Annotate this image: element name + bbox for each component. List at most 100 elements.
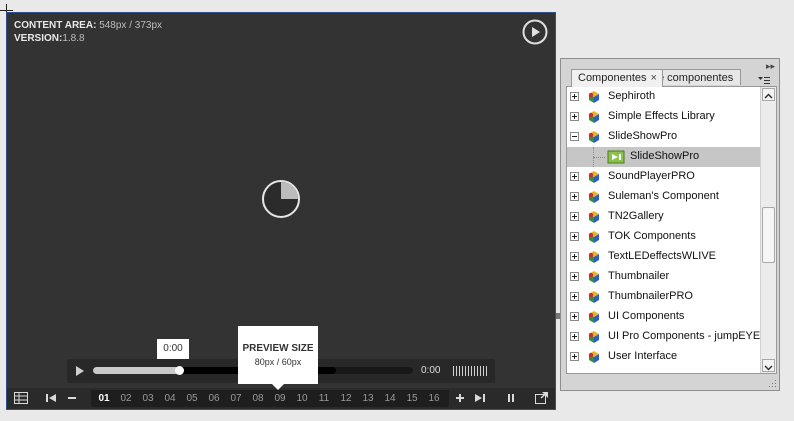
expand-icon[interactable] (570, 92, 579, 101)
page-number-15[interactable]: 15 (401, 393, 423, 404)
tree-item-label: User Interface (608, 350, 678, 362)
collapse-icon[interactable] (570, 132, 579, 141)
page-number-07[interactable]: 07 (225, 393, 247, 404)
tree-item-label: UI Components (608, 310, 685, 322)
play-icon[interactable] (76, 366, 84, 376)
page-number-16[interactable]: 16 (423, 393, 445, 404)
scroll-down-button[interactable] (762, 359, 775, 372)
components-panel: ▸▸ e componentes Componentes × Sephiroth S… (560, 58, 780, 391)
version-value: 1.8.8 (62, 33, 85, 44)
expand-icon[interactable] (570, 232, 579, 241)
expand-icon[interactable] (570, 192, 579, 201)
expand-icon[interactable] (570, 252, 579, 261)
page-number-08[interactable]: 08 (247, 393, 269, 404)
page-number-03[interactable]: 03 (137, 393, 159, 404)
page-number-12[interactable]: 12 (335, 393, 357, 404)
page-number-10[interactable]: 10 (291, 393, 313, 404)
component-folder-icon (586, 229, 602, 245)
loading-icon (262, 180, 300, 218)
close-tab-icon[interactable]: × (651, 72, 657, 84)
expand-icon[interactable] (570, 292, 579, 301)
page-number-04[interactable]: 04 (159, 393, 181, 404)
content-area-label: CONTENT AREA: (14, 20, 97, 31)
page-number-02[interactable]: 02 (115, 393, 137, 404)
tree-item[interactable]: Simple Effects Library (567, 107, 760, 127)
tree-item[interactable]: UI Components (567, 307, 760, 327)
tab-other[interactable]: e componentes (653, 69, 741, 85)
panel-menu-icon[interactable] (758, 76, 770, 86)
tree-item-label: Suleman's Component (608, 190, 719, 202)
page-number-05[interactable]: 05 (181, 393, 203, 404)
tree-item[interactable]: User Interface (567, 347, 760, 367)
time-display: 0:00 (421, 365, 441, 376)
component-folder-icon (586, 189, 602, 205)
component-folder-icon (586, 329, 602, 345)
expand-icon[interactable] (570, 272, 579, 281)
tree-item[interactable]: Sephiroth (567, 87, 760, 107)
page-number-01[interactable]: 01 (93, 393, 115, 404)
component-folder-icon (586, 89, 602, 105)
page-number-14[interactable]: 14 (379, 393, 401, 404)
page-number-11[interactable]: 11 (313, 393, 335, 404)
tab-componentes[interactable]: Componentes × (571, 69, 663, 87)
gallery-grid-icon[interactable] (14, 392, 28, 404)
component-folder-icon (586, 249, 602, 265)
tree-item[interactable]: ThumbnailerPRO (567, 287, 760, 307)
expand-icon[interactable] (570, 352, 579, 361)
preview-size-value: 80px / 60px (254, 357, 302, 367)
tree-item-label: TOK Components (608, 230, 696, 242)
expand-icon[interactable] (570, 172, 579, 181)
tree-item-label: Simple Effects Library (608, 110, 715, 122)
minus-icon[interactable] (65, 392, 79, 404)
content-area-value: 548px / 373px (99, 20, 163, 31)
page-number-06[interactable]: 06 (203, 393, 225, 404)
time-tooltip: 0:00 (157, 339, 189, 364)
component-icon (607, 149, 625, 165)
tree-item[interactable]: SlideShowPro (567, 127, 760, 147)
vertical-scrollbar[interactable] (760, 87, 776, 373)
chevron-down-icon (764, 365, 773, 371)
component-folder-icon (586, 309, 602, 325)
scrollbar-thumb[interactable] (762, 207, 775, 263)
tree-item-label: Thumbnailer (608, 270, 670, 282)
scroll-up-button[interactable] (762, 88, 775, 101)
volume-meter[interactable] (453, 366, 487, 376)
tree-item[interactable]: TN2Gallery (567, 207, 760, 227)
page-number-strip: 01 02 03 04 05 06 07 08 09 10 11 12 13 14 15 16 (91, 390, 449, 407)
expand-icon[interactable] (570, 212, 579, 221)
slideshow-player: CONTENT AREA: 548px / 373px VERSION:1.8.… (6, 12, 556, 410)
page-number-13[interactable]: 13 (357, 393, 379, 404)
tree-item[interactable]: TextLEDeffectsWLIVE (567, 247, 760, 267)
previous-gallery-icon[interactable] (45, 392, 59, 404)
tree-item[interactable]: SoundPlayerPRO (567, 167, 760, 187)
component-folder-icon (586, 169, 602, 185)
page-number-09[interactable]: 09 (269, 393, 291, 404)
tree-item[interactable]: SlideShowPro (567, 147, 760, 167)
pause-icon[interactable] (504, 392, 518, 404)
gallery-navbar: 01 02 03 04 05 06 07 08 09 10 11 12 13 14 15 16 (7, 388, 555, 409)
tree-item[interactable]: UI Pro Components - jumpEYE (567, 327, 760, 347)
fullscreen-icon[interactable] (535, 392, 549, 404)
resize-grip-icon[interactable] (768, 379, 777, 388)
expand-icon[interactable] (570, 312, 579, 321)
chevron-up-icon (764, 93, 773, 99)
tree-item[interactable]: Thumbnailer (567, 267, 760, 287)
tree-item-label: SoundPlayerPRO (608, 170, 695, 182)
tree-item[interactable]: Suleman's Component (567, 187, 760, 207)
expand-icon[interactable] (570, 112, 579, 121)
play-icon[interactable] (522, 19, 548, 45)
plus-icon[interactable] (453, 392, 467, 404)
component-folder-icon (586, 209, 602, 225)
tree-connector (593, 157, 605, 159)
played-fill (93, 367, 180, 374)
panel-tabs: e componentes Componentes × (567, 69, 771, 87)
tree-item-label: SlideShowPro (630, 150, 700, 162)
component-folder-icon (586, 289, 602, 305)
tree-item[interactable]: TOK Components (567, 227, 760, 247)
component-folder-icon (586, 349, 602, 365)
expand-icon[interactable] (570, 332, 579, 341)
component-folder-icon (586, 109, 602, 125)
next-gallery-icon[interactable] (472, 392, 486, 404)
component-folder-icon (586, 269, 602, 285)
tree-item-label: UI Pro Components - jumpEYE (608, 330, 761, 342)
